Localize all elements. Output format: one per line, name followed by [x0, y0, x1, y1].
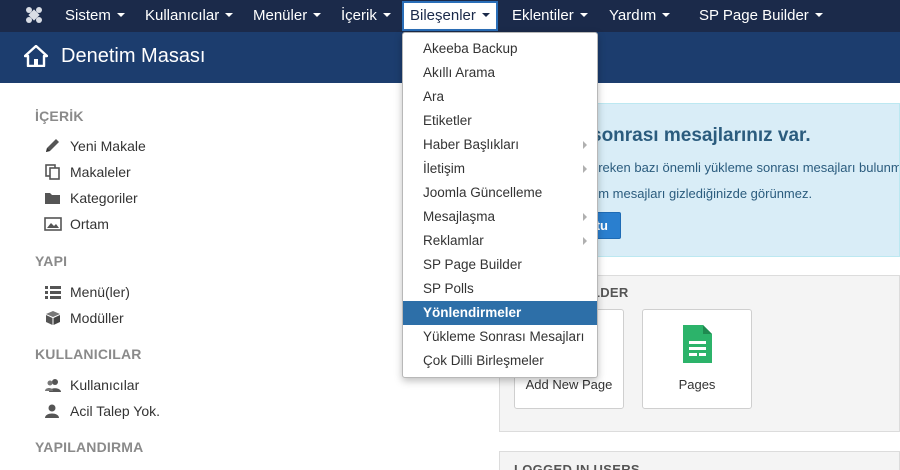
sidebar-item-label: Ortam	[70, 216, 109, 232]
menu-item-label: SP Polls	[423, 281, 474, 296]
nav-sp-page-builder[interactable]: SP Page Builder	[699, 0, 823, 32]
user-icon	[45, 404, 59, 419]
caret-down-icon	[481, 13, 490, 18]
menu-item-label: Ara	[423, 89, 445, 104]
sidebar-item-menuler[interactable]: Menü(ler)	[44, 282, 130, 302]
submenu-arrow-icon	[583, 165, 587, 173]
submenu-arrow-icon	[583, 237, 587, 245]
pencil-icon	[46, 139, 59, 153]
menu-item-yukleme-sonrasi-mesajlari[interactable]: Yükleme Sonrası Mesajları	[403, 325, 597, 349]
caret-down-icon	[116, 13, 125, 18]
menu-item-joomla-guncelleme[interactable]: Joomla Güncelleme	[403, 181, 597, 205]
menu-item-yonlendirmeler[interactable]: Yönlendirmeler	[403, 301, 597, 325]
cube-icon	[46, 311, 60, 326]
menu-item-label: Haber Başlıkları	[423, 137, 520, 152]
menu-item-label: Akıllı Arama	[423, 65, 496, 80]
alert-title: sonrası mesajlarınız var.	[591, 125, 811, 146]
panel-title: LOGGED IN USERS	[514, 462, 640, 470]
copy-icon	[45, 164, 60, 181]
sidebar-section-icerik: İÇERİK	[35, 108, 84, 124]
page-title: Denetim Masası	[61, 45, 206, 67]
menu-item-label: Yükleme Sonrası Mesajları	[423, 329, 585, 344]
home-icon	[24, 45, 48, 67]
image-icon	[44, 217, 62, 232]
menu-item-mesajlasma[interactable]: Mesajlaşma	[403, 205, 597, 229]
caret-down-icon	[225, 13, 234, 18]
caret-down-icon	[579, 13, 588, 18]
sidebar-section-yapi: YAPI	[35, 253, 68, 269]
nav-label: İçerik	[341, 7, 377, 24]
menu-item-ara[interactable]: Ara	[403, 85, 597, 109]
top-navbar: Sistem Kullanıcılar Menüler İçerik Bileş…	[0, 0, 900, 32]
menu-item-label: Çok Dilli Birleşmeler	[423, 353, 544, 368]
menu-item-sp-page-builder[interactable]: SP Page Builder	[403, 253, 597, 277]
sidebar-item-moduller[interactable]: Modüller	[44, 308, 124, 328]
menu-item-iletisim[interactable]: İletişim	[403, 157, 597, 181]
card-label: Pages	[678, 377, 716, 392]
alert-text: ereken bazı önemli yükleme sonrası mesaj…	[591, 160, 900, 175]
nav-kullanicilar[interactable]: Kullanıcılar	[145, 0, 234, 32]
sidebar-item-label: Acil Talep Yok.	[70, 403, 161, 419]
users-icon	[45, 379, 61, 393]
document-icon	[683, 325, 712, 363]
nav-eklentiler[interactable]: Eklentiler	[512, 0, 588, 32]
sidebar-item-yeni-makale[interactable]: Yeni Makale	[44, 136, 146, 156]
sidebar-item-makaleler[interactable]: Makaleler	[44, 162, 131, 182]
menu-item-haber-basliklari[interactable]: Haber Başlıkları	[403, 133, 597, 157]
submenu-arrow-icon	[583, 213, 587, 221]
nav-label: Bileşenler	[410, 7, 476, 24]
sidebar-section-yapilandirma: YAPILANDIRMA	[35, 439, 144, 455]
sidebar-item-ortam[interactable]: Ortam	[44, 214, 109, 234]
nav-label: Eklentiler	[512, 7, 574, 24]
nav-sistem[interactable]: Sistem	[65, 0, 125, 32]
pages-card[interactable]: Pages	[642, 309, 752, 409]
nav-label: SP Page Builder	[699, 7, 809, 24]
bilesenler-dropdown-menu: Akeeba Backup Akıllı Arama Ara Etiketler…	[402, 32, 598, 378]
menu-item-akilli-arama[interactable]: Akıllı Arama	[403, 61, 597, 85]
menu-item-label: SP Page Builder	[423, 257, 522, 272]
menu-item-label: Mesajlaşma	[423, 209, 496, 224]
caret-down-icon	[814, 13, 823, 18]
nav-label: Menüler	[253, 7, 308, 24]
sidebar-item-acil-talep[interactable]: Acil Talep Yok.	[44, 401, 160, 421]
caret-down-icon	[313, 13, 322, 18]
nav-yardim[interactable]: Yardım	[609, 0, 671, 32]
sidebar-item-label: Kategoriler	[70, 190, 138, 206]
sidebar-section-kullanicilar: KULLANICILAR	[35, 346, 142, 362]
sidebar-item-label: Modüller	[70, 310, 124, 326]
nav-label: Yardım	[609, 7, 657, 24]
menu-item-reklamlar[interactable]: Reklamlar	[403, 229, 597, 253]
menu-item-sp-polls[interactable]: SP Polls	[403, 277, 597, 301]
nav-bilesenler[interactable]: Bileşenler	[402, 1, 498, 31]
menu-item-label: Reklamlar	[423, 233, 484, 248]
submenu-arrow-icon	[583, 141, 587, 149]
sidebar-item-kategoriler[interactable]: Kategoriler	[44, 188, 138, 208]
nav-icerik[interactable]: İçerik	[341, 0, 391, 32]
sidebar-item-label: Kullanıcılar	[70, 377, 140, 393]
sidebar-item-label: Yeni Makale	[70, 138, 146, 154]
menu-item-cok-dilli-birlesmeler[interactable]: Çok Dilli Birleşmeler	[403, 349, 597, 373]
alert-text: üm mesajları gizlediğinizde görünmez.	[591, 186, 813, 201]
menu-item-etiketler[interactable]: Etiketler	[403, 109, 597, 133]
folder-icon	[45, 193, 60, 205]
caret-down-icon	[382, 13, 391, 18]
nav-menuler[interactable]: Menüler	[253, 0, 322, 32]
menu-item-label: Akeeba Backup	[423, 41, 518, 56]
joomla-logo-icon[interactable]	[24, 5, 44, 25]
menu-item-label: Yönlendirmeler	[423, 305, 522, 320]
card-label: Add New Page	[525, 377, 613, 392]
caret-down-icon	[662, 13, 671, 18]
menu-item-akeeba-backup[interactable]: Akeeba Backup	[403, 37, 597, 61]
sidebar-item-label: Menü(ler)	[70, 284, 130, 300]
menu-item-label: Etiketler	[423, 113, 472, 128]
logged-in-users-panel: LOGGED IN USERS	[499, 451, 900, 470]
sidebar-item-kullanicilar[interactable]: Kullanıcılar	[44, 375, 139, 395]
nav-label: Sistem	[65, 7, 111, 24]
sidebar-item-label: Makaleler	[70, 164, 131, 180]
list-icon	[45, 286, 61, 300]
menu-item-label: Joomla Güncelleme	[423, 185, 543, 200]
menu-item-label: İletişim	[423, 161, 466, 176]
nav-label: Kullanıcılar	[145, 7, 220, 24]
